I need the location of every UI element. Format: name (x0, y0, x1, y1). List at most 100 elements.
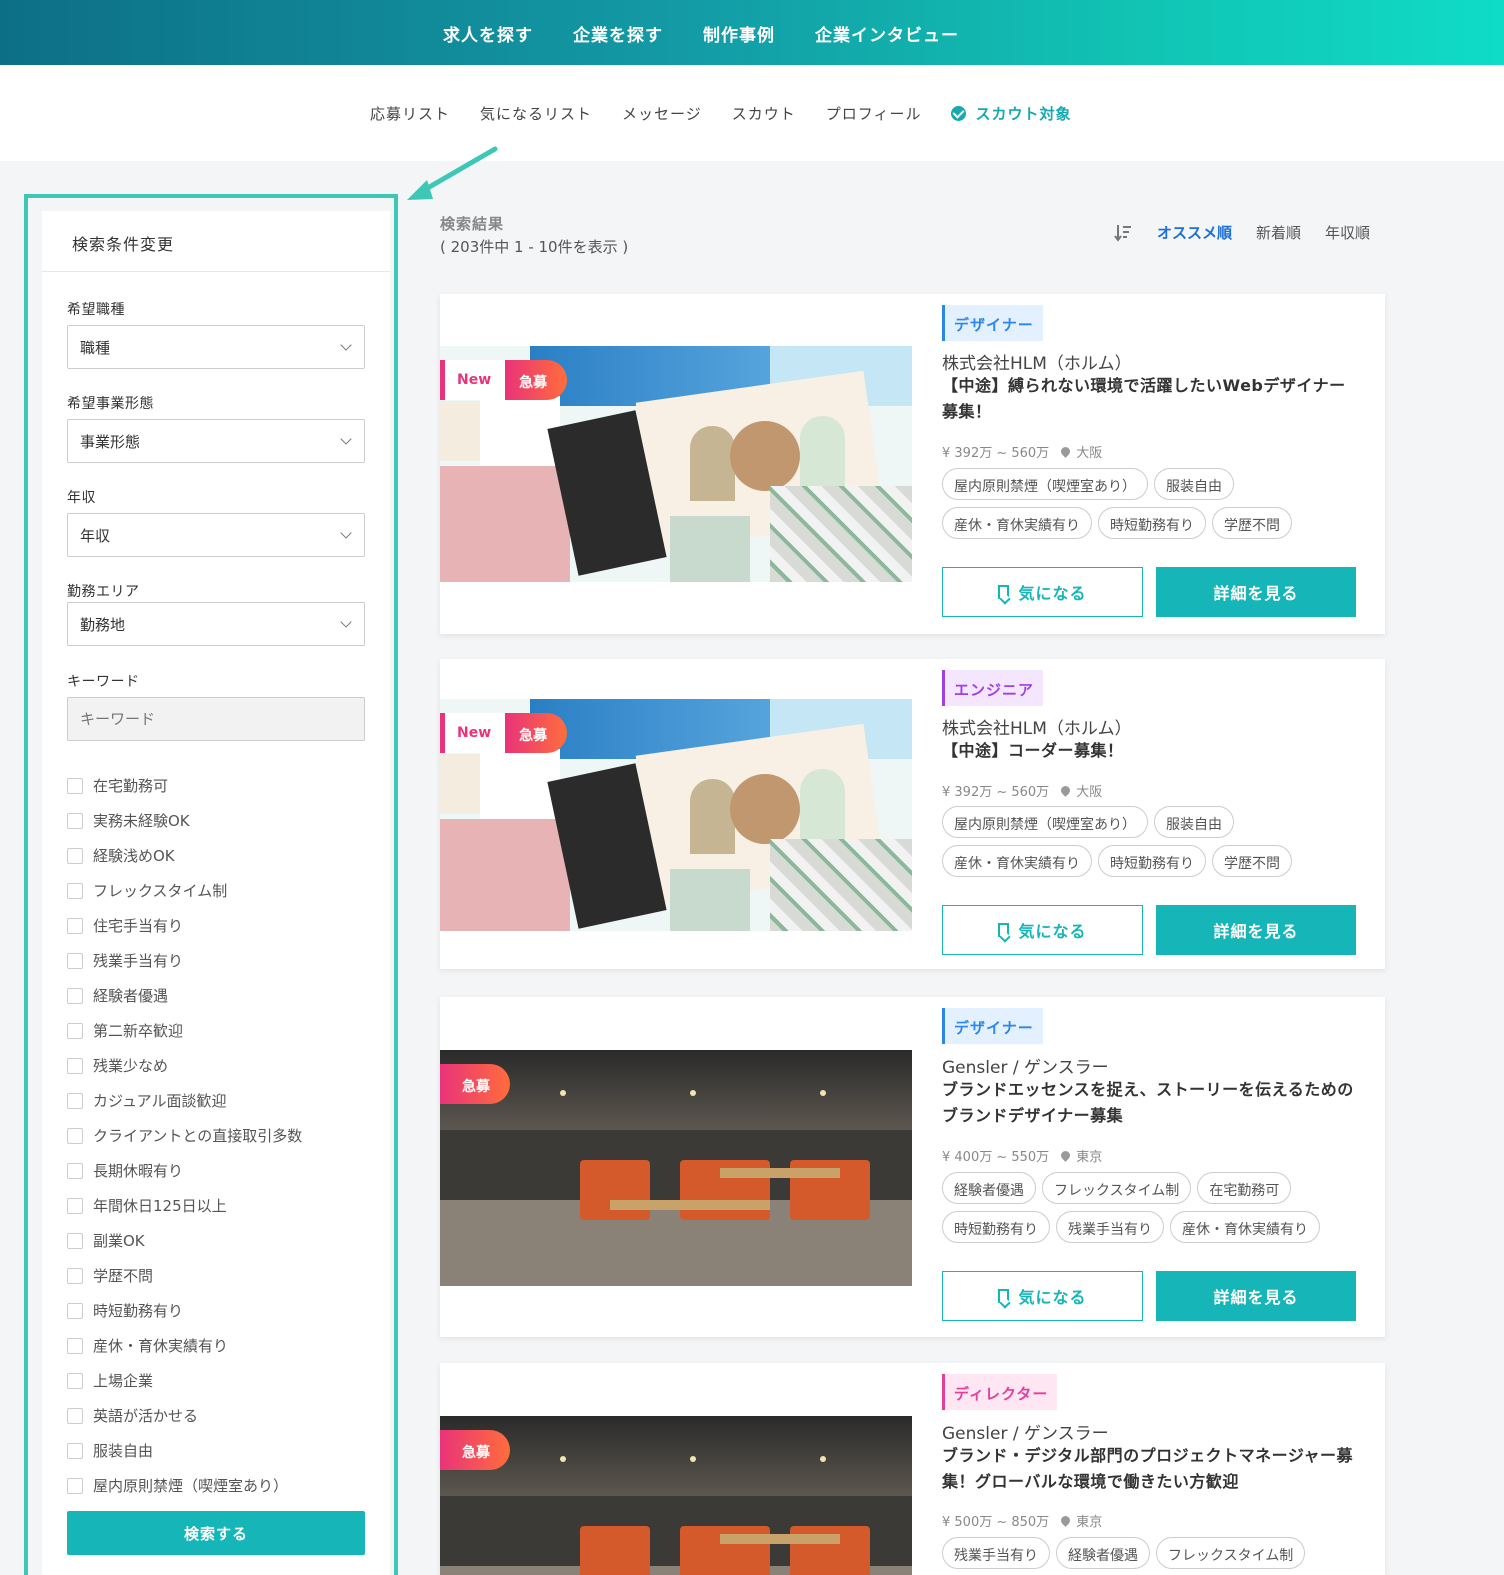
company-name[interactable]: Gensler / ゲンスラー (942, 1419, 1109, 1444)
checkbox[interactable] (67, 1162, 83, 1179)
checkbox[interactable] (67, 952, 83, 969)
checkbox[interactable] (67, 777, 83, 794)
job-category-badge: エンジニア (942, 670, 1044, 706)
favorite-button[interactable]: 気になる (942, 905, 1143, 955)
job-card: 急募 ディレクター Gensler / ゲンスラー ブランド・デジタル部門のプロ… (440, 1363, 1385, 1575)
checkbox[interactable] (67, 812, 83, 829)
sort-options: オススメ順 新着順 年収順 (1113, 222, 1370, 243)
subnav-scout[interactable]: スカウト (732, 103, 796, 124)
business-type-label: 希望事業形態 (67, 396, 154, 412)
nav-link-companies[interactable]: 企業を探す (573, 21, 663, 46)
job-title[interactable]: 【中途】コーダー募集！ (942, 738, 1362, 764)
view-details-button[interactable]: 詳細を見る (1156, 905, 1356, 955)
checkbox-no-degree[interactable]: 学歴不問 (67, 1258, 302, 1293)
checkbox-flextime[interactable]: フレックスタイム制 (67, 873, 302, 908)
subnav-messages[interactable]: メッセージ (622, 103, 702, 124)
checkbox[interactable] (67, 1127, 83, 1144)
checkbox-less-overtime[interactable]: 残業少なめ (67, 1048, 302, 1083)
job-thumbnail[interactable]: 急募 (440, 1050, 912, 1286)
checkbox[interactable] (67, 1372, 83, 1389)
checkbox-experienced-preferred[interactable]: 経験者優遇 (67, 978, 302, 1013)
company-name[interactable]: Gensler / ゲンスラー (942, 1053, 1109, 1078)
subnav-profile[interactable]: プロフィール (826, 103, 922, 124)
job-location: 東京 (1076, 1150, 1103, 1165)
job-title[interactable]: ブランドエッセンスを捉え、ストーリーを伝えるためのブランドデザイナー募集 (942, 1077, 1362, 1129)
job-card: New 急募 デザイナー 株式会社HLM（ホルム） 【中途】縛られない環境で活躍… (440, 294, 1385, 634)
favorite-button[interactable]: 気になる (942, 1271, 1143, 1321)
location-pin-icon (1059, 784, 1073, 797)
business-type-select[interactable]: 事業形態 (67, 419, 365, 463)
nav-link-works[interactable]: 制作事例 (703, 21, 775, 46)
work-area-select[interactable]: 勤務地 (67, 602, 365, 646)
job-title[interactable]: 【中途】縛られない環境で活躍したいWebデザイナー募集！ (942, 373, 1362, 425)
bookmark-icon (998, 923, 1010, 937)
search-button[interactable]: 検索する (67, 1511, 365, 1555)
company-name[interactable]: 株式会社HLM（ホルム） (942, 349, 1132, 374)
checkbox[interactable] (67, 1232, 83, 1249)
checkbox-listed-company[interactable]: 上場企業 (67, 1363, 302, 1398)
new-badge: New (440, 713, 506, 753)
job-type-select[interactable]: 職種 (67, 325, 365, 369)
nav-link-interviews[interactable]: 企業インタビュー (815, 21, 959, 46)
location-pin-icon (1059, 1514, 1073, 1527)
favorite-button[interactable]: 気になる (942, 567, 1143, 617)
view-details-button[interactable]: 詳細を見る (1156, 567, 1356, 617)
checkbox[interactable] (67, 1197, 83, 1214)
scout-target-label: スカウト対象 (975, 105, 1072, 123)
checkbox-little-experience[interactable]: 経験浅めOK (67, 838, 302, 873)
checkbox-side-job[interactable]: 副業OK (67, 1223, 302, 1258)
checkbox[interactable] (67, 1407, 83, 1424)
chevron-down-icon (340, 433, 352, 445)
checkbox[interactable] (67, 1442, 83, 1459)
checkbox-remote[interactable]: 在宅勤務可 (67, 768, 302, 803)
checkbox[interactable] (67, 847, 83, 864)
subnav-applications[interactable]: 応募リスト (370, 103, 450, 124)
job-title[interactable]: ブランド・デジタル部門のプロジェクトマネージャー募集！グローバルな環境で働きたい… (942, 1443, 1362, 1495)
checkbox-housing-allowance[interactable]: 住宅手当有り (67, 908, 302, 943)
sort-newest[interactable]: 新着順 (1256, 222, 1301, 243)
sort-salary[interactable]: 年収順 (1325, 222, 1370, 243)
sort-icon[interactable] (1113, 223, 1133, 243)
job-thumbnail[interactable]: New 急募 (440, 699, 912, 931)
checkbox-casual-interview[interactable]: カジュアル面談歓迎 (67, 1083, 302, 1118)
checkbox-no-smoking[interactable]: 屋内原則禁煙（喫煙室あり） (67, 1468, 302, 1503)
checkbox-overtime-allowance[interactable]: 残業手当有り (67, 943, 302, 978)
checkbox-short-hours[interactable]: 時短勤務有り (67, 1293, 302, 1328)
job-thumbnail[interactable]: 急募 (440, 1416, 912, 1575)
job-tag: 残業手当有り (942, 1537, 1050, 1569)
company-name[interactable]: 株式会社HLM（ホルム） (942, 714, 1132, 739)
checkbox[interactable] (67, 882, 83, 899)
keyword-input[interactable] (67, 697, 365, 741)
checkbox-casual-dress[interactable]: 服装自由 (67, 1433, 302, 1468)
job-tag: 屋内原則禁煙（喫煙室あり） (942, 806, 1148, 838)
checkbox-label: 時短勤務有り (93, 1302, 184, 1320)
checkbox[interactable] (67, 1022, 83, 1039)
work-area-value: 勤務地 (80, 616, 126, 634)
checkbox-second-graduate[interactable]: 第二新卒歓迎 (67, 1013, 302, 1048)
subnav-favorites[interactable]: 気になるリスト (480, 103, 592, 124)
checkbox[interactable] (67, 1337, 83, 1354)
view-details-button[interactable]: 詳細を見る (1156, 1271, 1356, 1321)
new-badge: New (440, 360, 506, 400)
checkbox[interactable] (67, 1267, 83, 1284)
job-tags: 経験者優遇 フレックスタイム制 在宅勤務可 時短勤務有り 残業手当有り 産休・育… (942, 1172, 1362, 1243)
checkbox-english[interactable]: 英語が活かせる (67, 1398, 302, 1433)
checkbox-parental-leave[interactable]: 産休・育休実績有り (67, 1328, 302, 1363)
checkbox[interactable] (67, 1092, 83, 1109)
urgent-badge: 急募 (440, 1430, 510, 1470)
checkbox-direct-client[interactable]: クライアントとの直接取引多数 (67, 1118, 302, 1153)
job-thumbnail[interactable]: New 急募 (440, 346, 912, 582)
checkbox[interactable] (67, 987, 83, 1004)
checkbox[interactable] (67, 1302, 83, 1319)
checkbox[interactable] (67, 1057, 83, 1074)
checkbox-no-experience[interactable]: 実務未経験OK (67, 803, 302, 838)
sort-recommended[interactable]: オススメ順 (1157, 222, 1232, 243)
nav-link-jobs[interactable]: 求人を探す (443, 21, 533, 46)
checkbox[interactable] (67, 917, 83, 934)
salary-select[interactable]: 年収 (67, 513, 365, 557)
job-tags: 屋内原則禁煙（喫煙室あり） 服装自由 産休・育休実績有り 時短勤務有り 学歴不問 (942, 806, 1362, 877)
checkbox-125-holidays[interactable]: 年間休日125日以上 (67, 1188, 302, 1223)
checkbox[interactable] (67, 1477, 83, 1494)
subnav-scout-target[interactable]: スカウト対象 (951, 103, 1071, 124)
checkbox-long-vacation[interactable]: 長期休暇有り (67, 1153, 302, 1188)
